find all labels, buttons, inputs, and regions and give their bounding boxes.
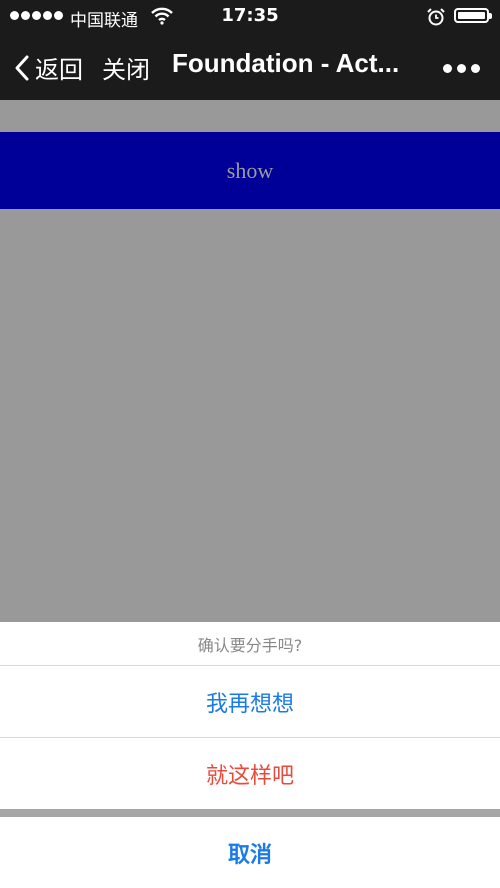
navigation-bar: 返回 关闭 Foundation - Act...	[0, 34, 500, 100]
battery-icon	[454, 8, 492, 23]
sheet-gap	[0, 809, 500, 817]
back-button[interactable]: 返回	[14, 50, 83, 85]
more-icon[interactable]	[443, 64, 480, 73]
action-sheet-title: 确认要分手吗?	[0, 622, 500, 665]
page-title: Foundation - Act...	[172, 48, 400, 78]
chevron-left-icon	[15, 55, 29, 80]
alarm-icon	[426, 7, 446, 31]
action-sheet: 确认要分手吗? 我再想想 就这样吧 取消	[0, 622, 500, 888]
top-bar: 中国联通 17:35 返回 关闭 Foundation - Act...	[0, 0, 500, 100]
status-time: 17:35	[221, 5, 279, 26]
show-button[interactable]: show	[0, 132, 500, 209]
option-confirm[interactable]: 就这样吧	[0, 738, 500, 809]
option-reconsider[interactable]: 我再想想	[0, 666, 500, 737]
status-bar: 中国联通 17:35	[0, 0, 500, 34]
back-label: 返回	[35, 56, 83, 84]
close-button[interactable]: 关闭	[102, 50, 150, 85]
cancel-button[interactable]: 取消	[0, 817, 500, 888]
